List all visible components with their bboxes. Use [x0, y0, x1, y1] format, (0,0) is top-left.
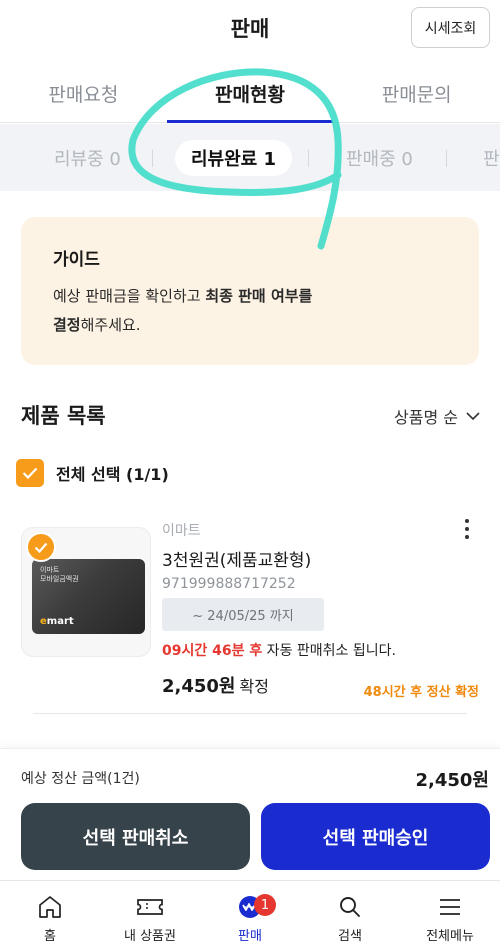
notification-badge: 1 — [254, 894, 276, 916]
gift-card-image: 이마트 모바일금액권 emart — [32, 559, 145, 634]
nav-label: 전체메뉴 — [426, 929, 474, 944]
menu-icon — [436, 893, 464, 921]
product-barcode: 971999888717252 — [162, 576, 296, 592]
filter-review-complete[interactable]: 리뷰완료 1 — [175, 140, 293, 176]
estimate-value: 2,450원 — [415, 770, 490, 791]
select-all-label: 전체 선택 (1/1) — [56, 465, 169, 484]
home-icon — [36, 893, 64, 921]
card-brand-text: 이마트 모바일금액권 — [40, 566, 79, 584]
countdown-suffix: 자동 판매취소 됩니다. — [262, 643, 396, 659]
guide-text: 예상 판매금을 확인하고 최종 판매 여부를결정해주세요. — [53, 282, 447, 340]
nav-label: 내 상품권 — [124, 929, 176, 944]
settlement-note: 48시간 후 정산 확정 — [363, 685, 479, 700]
filter-reviewing[interactable]: 리뷰중 0 — [54, 140, 121, 176]
divider — [33, 713, 467, 714]
product-brand: 이마트 — [162, 523, 201, 539]
guide-text-bold: 결정 — [53, 316, 81, 334]
guide-box: 가이드 예상 판매금을 확인하고 최종 판매 여부를결정해주세요. — [21, 217, 479, 365]
check-icon — [34, 542, 48, 553]
product-name: 3천원권(제품교환형) — [162, 551, 312, 571]
card-brand-line: 모바일금액권 — [40, 575, 79, 583]
filter-divider — [446, 150, 447, 167]
tab-sell-inquiry[interactable]: 판매문의 — [333, 66, 500, 122]
main-tabs: 판매요청 판매현황 판매문의 — [0, 66, 500, 123]
nav-my-vouchers[interactable]: 내 상품권 — [100, 881, 200, 947]
nav-all-menu[interactable]: 전체메뉴 — [400, 881, 500, 947]
product-image[interactable]: 이마트 모바일금액권 emart — [21, 527, 151, 657]
sort-dropdown[interactable]: 상품명 순 — [394, 404, 480, 428]
guide-title: 가이드 — [53, 250, 100, 270]
filter-more[interactable]: 판 — [483, 140, 500, 176]
nav-label: 판매 — [238, 929, 262, 944]
guide-text-part: 예상 판매금을 확인하고 — [53, 287, 206, 305]
product-list-title: 제품 목록 — [21, 404, 106, 428]
emart-logo-accent: e — [40, 616, 47, 627]
nav-sell[interactable]: 1 판매 — [200, 881, 300, 947]
header: 판매 시세조회 — [0, 0, 500, 58]
bottom-nav: 홈 내 상품권 1 판매 검색 전체메뉴 — [0, 880, 500, 947]
chevron-down-icon — [466, 411, 480, 420]
price-status: 확정 — [239, 677, 269, 696]
filter-divider — [308, 150, 309, 167]
product-price: 2,450원 확정 — [162, 672, 269, 698]
ticket-icon — [136, 893, 164, 921]
price-value: 2,450원 — [162, 676, 236, 697]
card-brand-line: 이마트 — [40, 566, 60, 574]
emart-logo-text: mart — [46, 616, 74, 627]
estimate-label: 예상 정산 금액(1건) — [21, 771, 140, 787]
approve-sale-button[interactable]: 선택 판매승인 — [261, 803, 490, 870]
filter-divider — [152, 150, 153, 167]
auto-cancel-notice: 09시간 46분 후 자동 판매취소 됩니다. — [162, 640, 396, 660]
tab-sell-request[interactable]: 판매요청 — [0, 66, 167, 122]
nav-search[interactable]: 검색 — [300, 881, 400, 947]
check-icon — [22, 467, 38, 479]
filter-selling[interactable]: 판매중 0 — [346, 140, 413, 176]
tab-sell-status[interactable]: 판매현황 — [166, 66, 334, 123]
guide-text-bold: 최종 판매 여부를 — [205, 287, 313, 305]
product-checkbox[interactable] — [26, 532, 56, 562]
price-lookup-button[interactable]: 시세조회 — [411, 7, 490, 48]
more-options-icon[interactable] — [460, 518, 474, 540]
search-icon — [336, 893, 364, 921]
cancel-sale-button[interactable]: 선택 판매취소 — [21, 803, 250, 870]
select-all-checkbox[interactable] — [16, 459, 44, 487]
nav-label: 홈 — [44, 929, 56, 944]
nav-home[interactable]: 홈 — [0, 881, 100, 947]
status-filter-bar: 리뷰중 0 리뷰완료 1 판매중 0 판 — [0, 124, 500, 191]
nav-label: 검색 — [338, 929, 362, 944]
select-all[interactable]: 전체 선택 (1/1) — [16, 459, 169, 487]
guide-text-part: 해주세요. — [80, 316, 141, 334]
action-panel: 예상 정산 금액(1건) 2,450원 선택 판매취소 선택 판매승인 — [0, 748, 500, 880]
emart-logo: emart — [40, 616, 74, 627]
sort-label: 상품명 순 — [394, 408, 458, 427]
countdown-time: 09시간 46분 후 — [162, 643, 263, 659]
expiry-badge: ~ 24/05/25 까지 — [162, 598, 324, 631]
